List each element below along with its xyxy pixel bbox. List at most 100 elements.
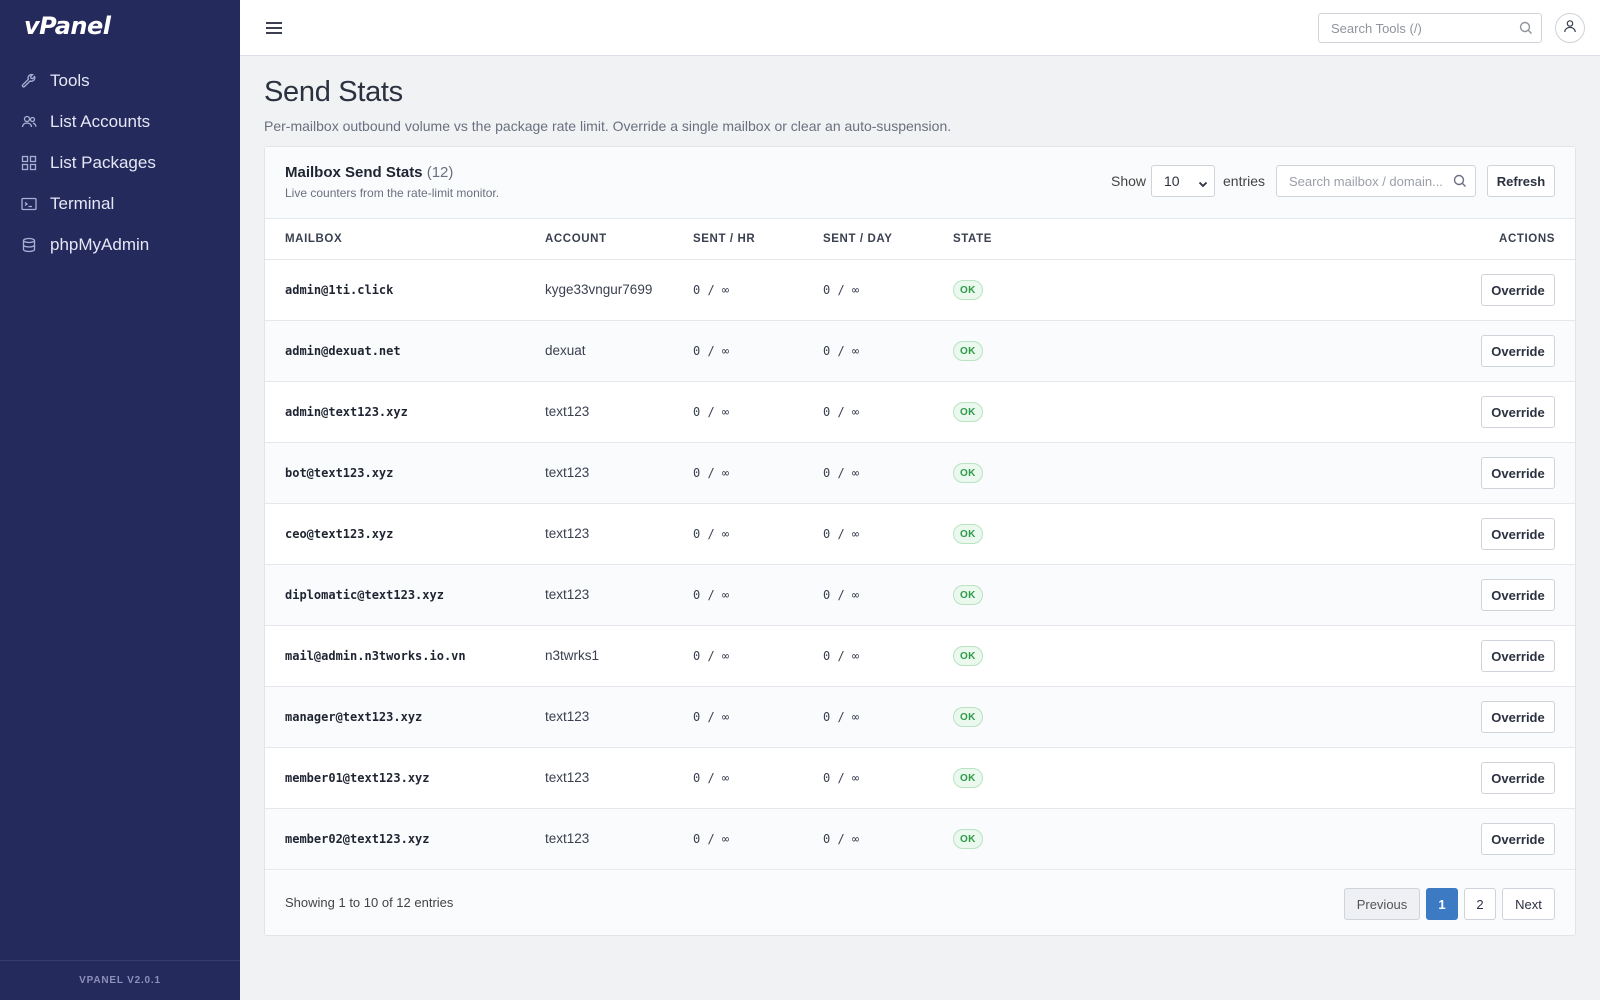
tool-search-input[interactable]	[1319, 14, 1509, 42]
table-search-input[interactable]	[1277, 166, 1447, 196]
card-title: Mailbox Send Stats (12)	[285, 164, 453, 181]
refresh-button[interactable]: Refresh	[1487, 165, 1555, 197]
user-avatar[interactable]	[1555, 13, 1585, 43]
sent-hr-cell: 0 / ∞	[693, 771, 730, 785]
column-header-state[interactable]: STATE	[953, 233, 992, 245]
override-button[interactable]: Override	[1481, 335, 1555, 367]
sent-day-cell: 0 / ∞	[823, 588, 860, 602]
search-icon[interactable]	[1519, 21, 1533, 40]
mailbox-cell: admin@dexuat.net	[285, 344, 401, 358]
status-badge: OK	[953, 768, 983, 788]
override-button[interactable]: Override	[1481, 579, 1555, 611]
account-cell: kyge33vngur7699	[545, 282, 653, 297]
column-header-sent-hr[interactable]: SENT / HR	[693, 233, 755, 245]
mailbox-send-stats-card: Mailbox Send Stats (12) Live counters fr…	[264, 146, 1576, 936]
sidebar-item-list-accounts[interactable]: List Accounts	[0, 101, 240, 142]
account-cell: n3twrks1	[545, 648, 600, 663]
sent-hr-cell: 0 / ∞	[693, 344, 730, 358]
table-row: admin@dexuat.net dexuat 0 / ∞ 0 / ∞ OK Overri…	[265, 321, 1575, 382]
override-button[interactable]: Override	[1481, 701, 1555, 733]
users-icon	[20, 113, 38, 131]
card-description: Live counters from the rate-limit monito…	[285, 186, 500, 200]
page-title: Send Stats	[264, 76, 403, 108]
sidebar-item-tools[interactable]: Tools	[0, 60, 240, 101]
table-row: admin@text123.xyz text123 0 / ∞ 0 / ∞ OK Over…	[265, 382, 1575, 443]
page-button-2[interactable]: 2	[1464, 888, 1496, 920]
status-badge: OK	[953, 524, 983, 544]
show-label: Show	[1111, 173, 1147, 189]
page-button-1[interactable]: 1	[1426, 888, 1458, 920]
account-cell: dexuat	[545, 343, 586, 358]
account-cell: text123	[545, 404, 590, 419]
mailbox-cell: ceo@text123.xyz	[285, 527, 394, 541]
wrench-icon	[20, 72, 38, 90]
table-row: ceo@text123.xyz text123 0 / ∞ 0 / ∞ OK Overri…	[265, 504, 1575, 565]
override-button[interactable]: Override	[1481, 457, 1555, 489]
search-icon[interactable]	[1453, 174, 1467, 193]
card-header: Mailbox Send Stats (12) Live counters fr…	[265, 147, 1575, 219]
account-cell: text123	[545, 465, 590, 480]
account-cell: text123	[545, 587, 590, 602]
status-badge: OK	[953, 707, 983, 727]
mailbox-cell: mail@admin.n3tworks.io.vn	[285, 649, 466, 663]
mailbox-cell: diplomatic@text123.xyz	[285, 588, 444, 602]
sent-hr-cell: 0 / ∞	[693, 649, 730, 663]
column-header-mailbox[interactable]: MAILBOX	[285, 233, 342, 245]
mailbox-cell: admin@text123.xyz	[285, 405, 408, 419]
status-badge: OK	[953, 402, 983, 422]
page-size-value: 10	[1164, 173, 1180, 189]
table-row: bot@text123.xyz text123 0 / ∞ 0 / ∞ OK Overri…	[265, 443, 1575, 504]
sent-day-cell: 0 / ∞	[823, 405, 860, 419]
sent-day-cell: 0 / ∞	[823, 771, 860, 785]
card-title-text: Mailbox Send Stats	[285, 164, 423, 181]
sidebar-item-label: Tools	[50, 70, 90, 90]
previous-page-button[interactable]: Previous	[1344, 888, 1420, 920]
topbar	[240, 0, 1600, 56]
table-header: MAILBOX ACCOUNT SENT / HR SENT / DAY STA…	[265, 219, 1575, 260]
status-badge: OK	[953, 646, 983, 666]
tool-search-box	[1318, 13, 1542, 43]
sent-day-cell: 0 / ∞	[823, 527, 860, 541]
account-cell: text123	[545, 709, 590, 724]
card-footer: Showing 1 to 10 of 12 entries Previous 1…	[265, 871, 1575, 935]
mailbox-cell: manager@text123.xyz	[285, 710, 423, 724]
account-cell: text123	[545, 770, 590, 785]
override-button[interactable]: Override	[1481, 396, 1555, 428]
table-body: admin@1ti.click kyge33vngur7699 0 / ∞ 0 / ∞…	[265, 260, 1575, 870]
table-row: mail@admin.n3tworks.io.vn n3twrks1 0 / ∞ 0 …	[265, 626, 1575, 687]
override-button[interactable]: Override	[1481, 762, 1555, 794]
status-badge: OK	[953, 463, 983, 483]
column-header-actions: ACTIONS	[1499, 233, 1555, 245]
override-button[interactable]: Override	[1481, 640, 1555, 672]
column-header-account[interactable]: ACCOUNT	[545, 233, 607, 245]
override-button[interactable]: Override	[1481, 518, 1555, 550]
app-logo[interactable]: vPanel	[24, 12, 111, 40]
status-badge: OK	[953, 280, 983, 300]
mailbox-count: (12)	[426, 164, 454, 181]
sent-day-cell: 0 / ∞	[823, 710, 860, 724]
sidebar-item-list-packages[interactable]: List Packages	[0, 142, 240, 183]
sent-hr-cell: 0 / ∞	[693, 832, 730, 846]
sidebar-item-label: List Accounts	[50, 111, 151, 131]
sidebar-item-terminal[interactable]: Terminal	[0, 183, 240, 224]
grid-icon	[20, 154, 38, 172]
terminal-icon	[20, 195, 38, 213]
sent-day-cell: 0 / ∞	[823, 283, 860, 297]
next-page-button[interactable]: Next	[1502, 888, 1555, 920]
table-row: diplomatic@text123.xyz text123 0 / ∞ 0 / ∞ O…	[265, 565, 1575, 626]
sidebar-item-label: Terminal	[50, 193, 115, 213]
page-subtitle: Per-mailbox outbound volume vs the packa…	[264, 118, 952, 134]
user-icon	[1563, 19, 1577, 38]
sidebar-item-phpmyadmin[interactable]: phpMyAdmin	[0, 224, 240, 265]
sent-day-cell: 0 / ∞	[823, 649, 860, 663]
menu-toggle-icon[interactable]	[264, 18, 284, 38]
status-badge: OK	[953, 829, 983, 849]
sidebar-item-label: List Packages	[50, 152, 156, 172]
override-button[interactable]: Override	[1481, 823, 1555, 855]
table-row: member01@text123.xyz text123 0 / ∞ 0 / ∞ OK O…	[265, 748, 1575, 809]
sent-hr-cell: 0 / ∞	[693, 527, 730, 541]
column-header-sent-day[interactable]: SENT / DAY	[823, 233, 892, 245]
override-button[interactable]: Override	[1481, 274, 1555, 306]
page-size-select[interactable]: 10	[1151, 165, 1215, 197]
version-label: VPANEL V2.0.1	[0, 960, 240, 1000]
